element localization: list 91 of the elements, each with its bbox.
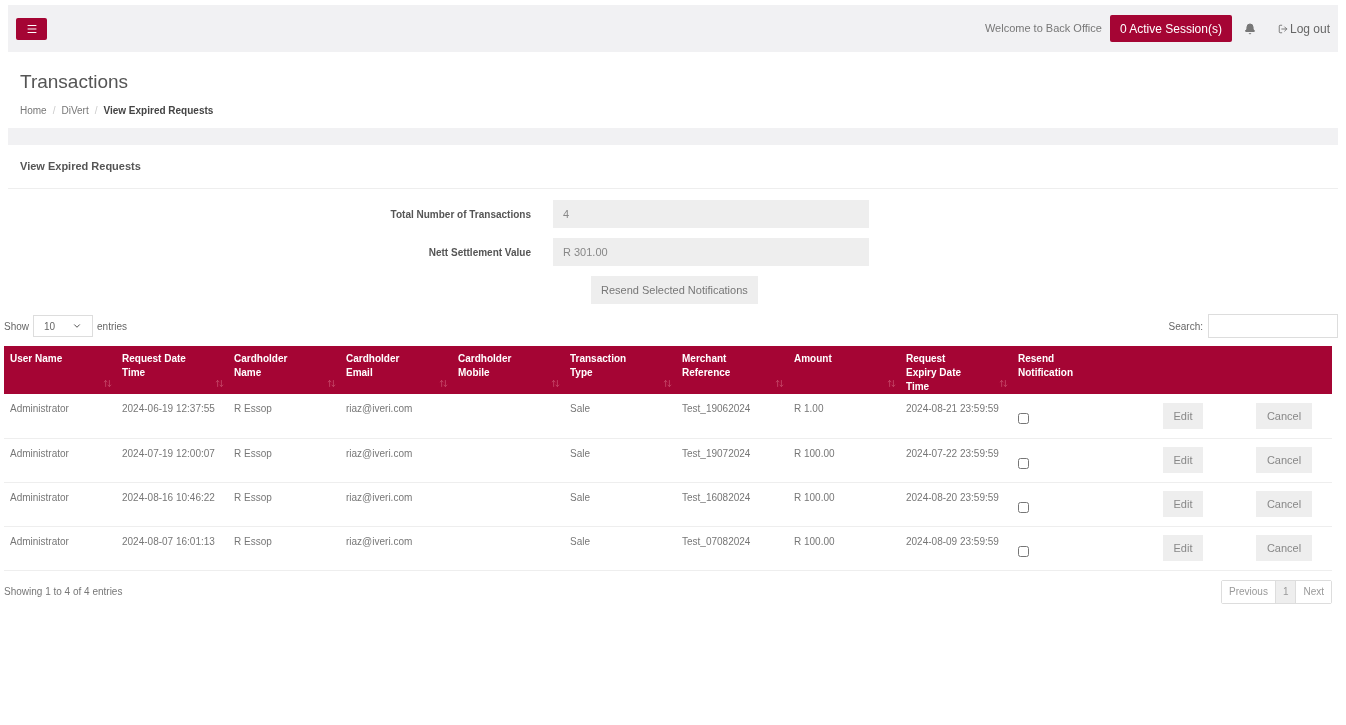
edit-button[interactable]: Edit <box>1162 402 1204 429</box>
table-cell: Sale <box>570 491 590 503</box>
cancel-button[interactable]: Cancel <box>1255 402 1313 429</box>
table-cell: Sale <box>570 447 590 459</box>
pagination-button[interactable]: 1 <box>1274 580 1296 603</box>
pagination-button[interactable]: Next <box>1295 580 1331 603</box>
current-page-label: View Expired Requests <box>103 103 214 118</box>
active-sessions-button[interactable]: 0 Active Session(s) <box>1109 15 1232 42</box>
chevron-down-icon <box>72 321 82 331</box>
table-cell: Test_19062024 <box>682 403 751 414</box>
resend-checkbox[interactable] <box>1018 545 1029 557</box>
summary-label: Nett Settlement Value <box>427 245 532 260</box>
table-cell: Sale <box>570 535 590 547</box>
resend-checkbox[interactable] <box>1018 457 1029 469</box>
column-header[interactable]: Request Expiry Date Time <box>900 346 1012 394</box>
edit-button[interactable]: Edit <box>1162 535 1204 561</box>
table-cell: R Essop <box>234 491 272 503</box>
sort-icon <box>215 379 224 388</box>
welcome-text: Welcome to Back Office <box>984 21 1102 37</box>
summary-field: 4 <box>553 200 869 228</box>
table-cell: riaz@iveri.com <box>346 403 413 414</box>
cancel-button[interactable]: Cancel <box>1255 535 1313 561</box>
breadcrumb-separator: / <box>94 103 98 118</box>
table-cell: riaz@iveri.com <box>346 447 413 459</box>
edit-button[interactable]: Edit <box>1162 447 1204 473</box>
table-info: Showing 1 to 4 of 4 entries <box>4 585 123 599</box>
edit-button[interactable]: Edit <box>1162 491 1204 517</box>
table-cell: Test_16082024 <box>682 491 751 503</box>
table-cell: R Essop <box>234 447 272 459</box>
table-cell: riaz@iveri.com <box>346 535 413 547</box>
table-cell: R 100.00 <box>794 535 835 547</box>
summary-field: R 301.00 <box>553 238 869 266</box>
sort-icon <box>439 379 448 388</box>
menu-button[interactable] <box>16 17 47 40</box>
table-cell: R Essop <box>234 403 272 414</box>
table-cell: Administrator <box>10 403 69 414</box>
column-header[interactable]: User Name <box>4 346 116 394</box>
summary-label: Total Number of Transactions <box>389 207 532 222</box>
table-cell: Administrator <box>10 535 69 547</box>
table-cell: 2024-08-20 23:59:59 <box>906 491 999 503</box>
resend-checkbox[interactable] <box>1018 413 1029 424</box>
menu-icon <box>25 22 38 35</box>
breadcrumb-link[interactable]: Home <box>20 102 47 118</box>
table-cell: R 100.00 <box>794 491 835 503</box>
table-cell: 2024-06-19 12:37:55 <box>122 403 215 414</box>
table-cell: 2024-07-19 12:00:07 <box>122 447 215 459</box>
show-label: Show <box>4 319 29 334</box>
table-cell: 2024-07-22 23:59:59 <box>906 447 999 459</box>
column-header[interactable]: Cardholder Email <box>340 346 452 394</box>
entries-label: entries <box>97 319 128 334</box>
sort-icon <box>775 379 784 388</box>
table-cell: Test_19072024 <box>682 447 751 459</box>
table-cell: 2024-08-07 16:01:13 <box>122 535 215 547</box>
table-cell: riaz@iveri.com <box>346 491 413 503</box>
entries-select[interactable]: 10 <box>33 315 93 337</box>
column-header[interactable]: Cardholder Name <box>228 346 340 394</box>
resend-checkbox[interactable] <box>1018 501 1029 513</box>
page-title: Transactions <box>20 70 130 94</box>
breadcrumb-link[interactable]: DiVert <box>61 102 89 118</box>
bell-icon[interactable] <box>1243 22 1256 35</box>
sort-icon <box>663 379 672 388</box>
table-cell: Test_07082024 <box>682 535 751 547</box>
resend-notifications-button[interactable]: Resend Selected Notifications <box>591 276 758 304</box>
table-cell: 2024-08-21 23:59:59 <box>906 403 999 414</box>
column-header[interactable]: Transaction Type <box>564 346 676 394</box>
column-header[interactable]: Merchant Reference <box>676 346 788 394</box>
sort-icon <box>999 379 1008 388</box>
sort-icon <box>887 379 896 388</box>
table-cell: R Essop <box>234 535 272 547</box>
column-header: Resend Notification <box>1012 346 1124 394</box>
sort-icon <box>103 379 112 388</box>
table-cell: Administrator <box>10 447 69 459</box>
table-cell: R 1.00 <box>794 403 824 414</box>
sort-icon <box>551 379 560 388</box>
cancel-button[interactable]: Cancel <box>1255 491 1313 517</box>
table-cell: Sale <box>570 403 590 414</box>
table-cell: R 100.00 <box>794 447 835 459</box>
logout-icon <box>1277 23 1288 34</box>
search-field[interactable] <box>1208 314 1338 338</box>
sort-icon <box>327 379 336 388</box>
breadcrumb-separator: / <box>52 103 56 118</box>
search-label: Search: <box>1168 319 1203 334</box>
cancel-button[interactable]: Cancel <box>1255 447 1313 473</box>
column-header[interactable]: Cardholder Mobile <box>452 346 564 394</box>
table-cell: 2024-08-16 10:46:22 <box>122 491 215 503</box>
column-header[interactable]: Amount <box>788 346 900 394</box>
table-cell: 2024-08-09 23:59:59 <box>906 535 999 547</box>
table-cell: Administrator <box>10 491 69 503</box>
panel-title: View Expired Requests <box>20 159 141 175</box>
logout-link[interactable]: Log out <box>1277 19 1330 38</box>
column-header[interactable]: Request Date Time <box>116 346 228 394</box>
